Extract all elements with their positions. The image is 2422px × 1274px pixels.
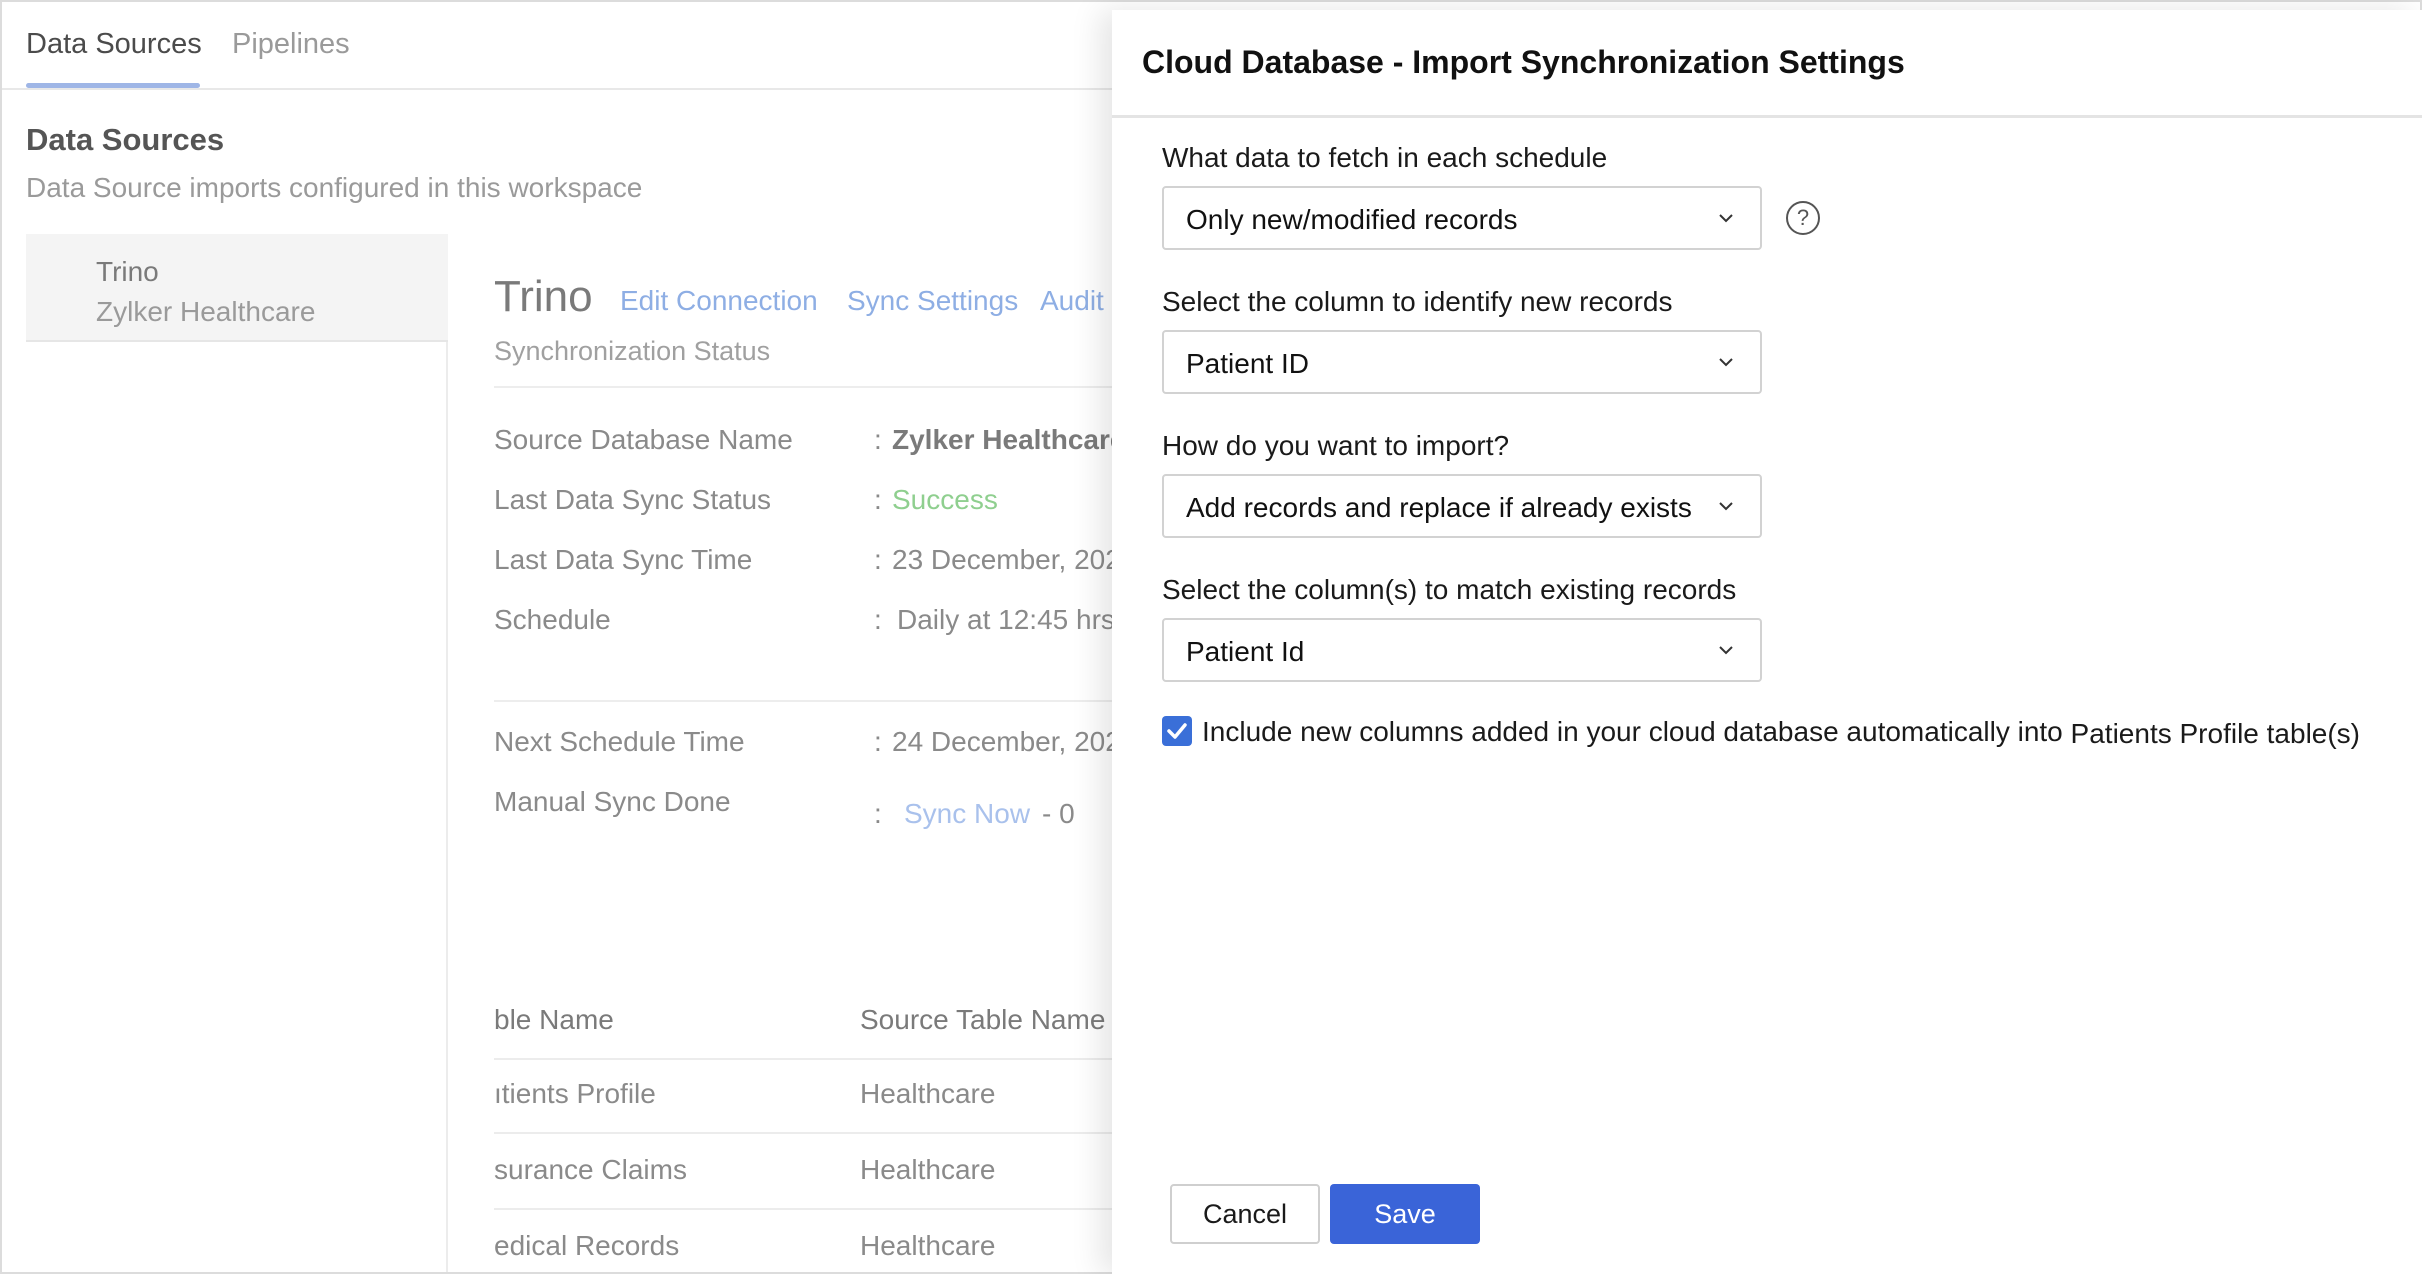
divider [494,386,1134,388]
sync-status-heading: Synchronization Status [494,336,771,366]
table-header-name: ble Name [494,1004,614,1035]
include-new-columns-checkbox[interactable] [1162,716,1192,746]
identify-column-select[interactable]: Patient ID [1162,330,1762,394]
fetch-data-select[interactable]: Only new/modified records [1162,186,1762,250]
table-cell-source: Healthcare [860,1230,996,1261]
data-source-list: Trino Zylker Healthcare [26,234,448,1272]
chevron-down-icon [1719,358,1733,367]
schedule-value: Daily at 12:45 hrs [897,604,1115,635]
checkbox-label-text: Include new columns added in your cloud … [1202,716,2063,747]
select-value: Patient Id [1186,636,1305,667]
data-source-name: Trino [96,256,159,287]
target-table-name: Patients Profile table(s) [2070,718,2361,749]
checkmark-icon [1167,723,1187,739]
table-cell-name: surance Claims [494,1154,687,1185]
next-schedule-time: 24 December, 202 [892,726,1121,757]
help-icon[interactable]: ? [1786,201,1820,235]
include-new-columns-label: Include new columns added in your cloud … [1202,716,2361,749]
import-mode-select[interactable]: Add records and replace if already exist… [1162,474,1762,538]
table-divider [494,1058,1134,1060]
audit-link[interactable]: Audit [1040,285,1104,317]
detail-label: Next Schedule Time [494,726,745,757]
table-header-source: Source Table Name [860,1004,1106,1035]
chevron-down-icon [1719,214,1733,223]
sync-settings-link[interactable]: Sync Settings [847,285,1018,317]
data-source-workspace: Zylker Healthcare [96,296,316,327]
source-database-name: Zylker Healthcare [892,424,1126,455]
detail-label: Last Data Sync Status [494,484,772,515]
detail-colon: : [874,544,882,575]
detail-label: Source Database Name [494,424,793,455]
identify-column-label: Select the column to identify new record… [1162,286,1673,317]
last-sync-time: 23 December, 202 [892,544,1121,575]
table-cell-name: edical Records [494,1230,680,1261]
import-mode-label: How do you want to import? [1162,430,1510,461]
active-tab-indicator [26,83,200,88]
import-sync-settings-panel: Cloud Database - Import Synchronization … [1112,10,2422,1274]
match-columns-label: Select the column(s) to match existing r… [1162,574,1737,605]
panel-title: Cloud Database - Import Synchronization … [1142,44,1905,80]
edit-connection-link[interactable]: Edit Connection [620,285,818,317]
detail-label: Manual Sync Done [494,786,731,817]
detail-colon: : [874,484,882,515]
divider [494,700,1134,702]
detail-colon: : [874,798,882,829]
connection-title: Trino [494,272,593,321]
tab-data-sources[interactable]: Data Sources [26,28,202,61]
select-value: Patient ID [1186,348,1309,379]
table-cell-name: ıtients Profile [494,1078,656,1109]
manual-sync-count: - 0 [1042,798,1075,829]
table-cell-source: Healthcare [860,1078,996,1109]
fetch-data-label: What data to fetch in each schedule [1162,142,1608,173]
chevron-down-icon [1719,646,1733,655]
page-title: Data Sources [26,122,225,157]
select-value: Only new/modified records [1186,204,1518,235]
page-subtitle: Data Source imports configured in this w… [26,172,643,203]
select-value: Add records and replace if already exist… [1186,492,1692,523]
detail-colon: : [874,604,882,635]
detail-colon: : [874,726,882,757]
detail-label: Schedule [494,604,611,635]
sync-now-link[interactable]: Sync Now [904,798,1030,830]
last-sync-status: Success [892,484,998,515]
table-divider [494,1132,1134,1134]
data-source-item[interactable]: Trino Zylker Healthcare [26,234,448,342]
match-columns-select[interactable]: Patient Id [1162,618,1762,682]
cancel-button[interactable]: Cancel [1170,1184,1320,1244]
table-divider [494,1208,1134,1210]
chevron-down-icon [1719,502,1733,511]
save-button[interactable]: Save [1330,1184,1480,1244]
panel-header: Cloud Database - Import Synchronization … [1112,10,2422,118]
detail-label: Last Data Sync Time [494,544,753,575]
detail-colon: : [874,424,882,455]
table-cell-source: Healthcare [860,1154,996,1185]
tab-pipelines[interactable]: Pipelines [232,28,350,61]
